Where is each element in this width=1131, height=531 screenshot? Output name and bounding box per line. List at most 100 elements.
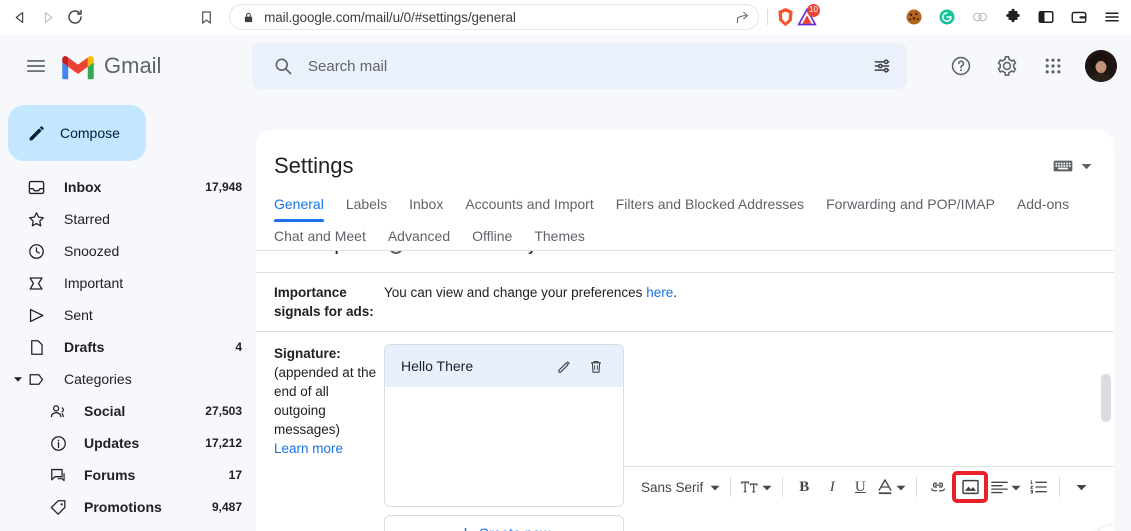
back-button[interactable] xyxy=(8,2,33,32)
cookie-icon[interactable] xyxy=(903,6,925,28)
gmail-logo[interactable]: Gmail xyxy=(60,53,246,80)
tab-themes[interactable]: Themes xyxy=(534,222,585,250)
share-button[interactable] xyxy=(731,6,753,28)
keyboard-icon xyxy=(1053,160,1073,172)
user-avatar[interactable] xyxy=(1085,50,1117,82)
browser-toolbar: mail.google.com/mail/u/0/#settings/gener… xyxy=(0,0,1131,35)
reload-button[interactable] xyxy=(62,2,87,32)
share-icon xyxy=(736,11,748,23)
insert-link-button[interactable] xyxy=(924,473,952,501)
importance-here-link[interactable]: here xyxy=(646,285,673,300)
signature-learn-more-link[interactable]: Learn more xyxy=(274,441,343,456)
tab-inbox[interactable]: Inbox xyxy=(409,190,443,222)
scrollbar-thumb[interactable] xyxy=(1101,374,1111,422)
grammarly-icon[interactable] xyxy=(936,6,958,28)
settings-button[interactable] xyxy=(987,46,1027,86)
page-title: Settings xyxy=(274,153,354,178)
settings-scrollbar[interactable] xyxy=(1101,251,1111,531)
tab-general[interactable]: General xyxy=(274,190,324,222)
font-family-select[interactable]: Sans Serif xyxy=(632,473,723,501)
sidebar-item-starred[interactable]: Starred xyxy=(8,203,256,235)
importance-signals-label: Importance signals for ads: xyxy=(274,285,374,319)
sidebar-item-label: Promotions xyxy=(84,499,162,515)
search-button[interactable] xyxy=(266,49,300,83)
text-color-icon xyxy=(878,479,892,495)
settings-title-row: Settings xyxy=(256,130,1114,184)
autocomplete-row: auto-complete: I'll add contacts myself xyxy=(256,251,1114,273)
caret-down-icon xyxy=(710,478,720,496)
browser-extension-icons xyxy=(903,6,1123,28)
brave-shields-button[interactable] xyxy=(776,6,795,28)
puzzle-extensions-icon[interactable] xyxy=(1002,6,1024,28)
compose-button[interactable]: Compose xyxy=(8,105,146,161)
tab-filters-and-blocked-addresses[interactable]: Filters and Blocked Addresses xyxy=(616,190,804,222)
sidebar-item-label: Snoozed xyxy=(64,243,120,259)
sidebar-item-categories[interactable]: Categories xyxy=(8,363,256,395)
sidebar-toggle-icon[interactable] xyxy=(1035,6,1057,28)
keyboard-shortcuts-button[interactable] xyxy=(1053,159,1092,173)
sidebar-item-forums[interactable]: Forums 17 xyxy=(8,459,256,491)
autocomplete-label: auto-complete: xyxy=(274,251,371,254)
search-input[interactable] xyxy=(300,57,865,75)
main-menu-button[interactable] xyxy=(16,46,56,86)
bold-button[interactable]: B xyxy=(790,473,818,501)
draft-icon xyxy=(26,337,46,357)
forward-button[interactable] xyxy=(35,2,60,32)
pencil-icon xyxy=(29,126,44,141)
autocomplete-radio[interactable] xyxy=(388,251,403,254)
brave-shield-icon xyxy=(778,7,793,26)
underline-button[interactable]: U xyxy=(846,473,874,501)
gmail-logo-text: Gmail xyxy=(104,53,162,78)
tab-advanced[interactable]: Advanced xyxy=(388,222,450,250)
signature-delete-button[interactable] xyxy=(583,353,609,379)
extension-notification-button[interactable]: 10 xyxy=(797,4,820,28)
font-size-icon xyxy=(741,481,758,493)
support-button[interactable] xyxy=(941,46,981,86)
more-formatting-button[interactable] xyxy=(1067,473,1095,501)
sidebar-item-drafts[interactable]: Drafts 4 xyxy=(8,331,256,363)
create-new-signature-button[interactable]: Create new xyxy=(384,515,624,531)
star-icon xyxy=(26,209,46,229)
sidebar-item-social[interactable]: Social 27,503 xyxy=(8,395,256,427)
link-icon xyxy=(931,482,946,492)
tab-offline[interactable]: Offline xyxy=(472,222,512,250)
tab-add-ons[interactable]: Add-ons xyxy=(1017,190,1069,222)
tab-accounts-and-import[interactable]: Accounts and Import xyxy=(465,190,593,222)
gear-icon xyxy=(997,56,1017,76)
list-button[interactable] xyxy=(1024,473,1052,501)
bookmark-button[interactable] xyxy=(194,2,219,32)
tab-chat-and-meet[interactable]: Chat and Meet xyxy=(274,222,366,250)
italic-button[interactable]: I xyxy=(818,473,846,501)
font-size-button[interactable] xyxy=(738,473,775,501)
text-color-button[interactable] xyxy=(874,473,909,501)
signature-label: Signature: (appended at the end of all o… xyxy=(274,344,384,507)
insert-image-button[interactable] xyxy=(952,471,989,503)
align-button[interactable] xyxy=(988,473,1024,501)
sidebar-item-sent[interactable]: Sent xyxy=(8,299,256,331)
tab-forwarding-and-pop-imap[interactable]: Forwarding and POP/IMAP xyxy=(826,190,995,222)
sidebar-item-snoozed[interactable]: Snoozed xyxy=(8,235,256,267)
compose-label: Compose xyxy=(60,125,120,141)
search-bar[interactable] xyxy=(252,43,907,89)
header-actions xyxy=(941,46,1119,86)
search-options-button[interactable] xyxy=(865,49,899,83)
browser-menu-icon[interactable] xyxy=(1101,6,1123,28)
wallet-icon[interactable] xyxy=(1068,6,1090,28)
signature-list-item[interactable]: Hello There xyxy=(385,345,623,387)
plus-icon xyxy=(464,527,466,531)
google-apps-button[interactable] xyxy=(1033,46,1073,86)
signature-label-title: Signature: xyxy=(274,346,341,361)
sidebar-item-promotions[interactable]: Promotions 9,487 xyxy=(8,491,256,523)
honey-icon[interactable] xyxy=(969,6,991,28)
signature-edit-button[interactable] xyxy=(551,353,577,379)
sidebar-item-count: 17,212 xyxy=(205,436,242,450)
sidebar-item-label: Important xyxy=(64,275,124,291)
info-icon xyxy=(48,433,68,453)
sidebar-item-important[interactable]: Important xyxy=(8,267,256,299)
tab-labels[interactable]: Labels xyxy=(346,190,387,222)
google-apps-grid-icon xyxy=(1045,58,1061,74)
sidebar-item-updates[interactable]: Updates 17,212 xyxy=(8,427,256,459)
sidebar-item-inbox[interactable]: Inbox 17,948 xyxy=(8,171,256,203)
signature-text-area[interactable] xyxy=(624,344,1114,467)
address-bar[interactable]: mail.google.com/mail/u/0/#settings/gener… xyxy=(229,4,760,30)
